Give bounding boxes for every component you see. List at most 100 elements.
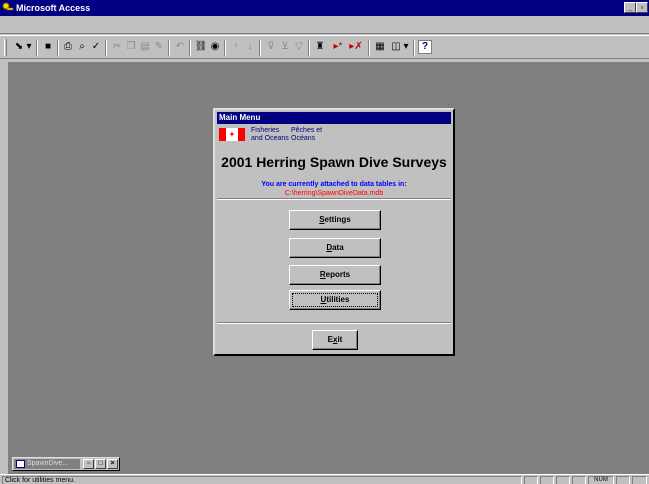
toolbar-separator bbox=[308, 40, 310, 56]
minimized-title-bar[interactable]: SpawnDive... bbox=[14, 459, 80, 469]
new-object-icon: ◫ bbox=[391, 41, 401, 52]
num-lock-indicator: NUM bbox=[588, 476, 614, 484]
print-preview-button[interactable]: ⌕ bbox=[75, 40, 89, 54]
toolbar-separator bbox=[259, 40, 261, 56]
spelling-button[interactable]: ✓ bbox=[89, 40, 103, 54]
status-cell-6 bbox=[616, 476, 630, 484]
format-painter-button[interactable]: ✎ bbox=[152, 40, 166, 54]
minimized-database-window[interactable]: SpawnDive... ▫ □ × bbox=[12, 457, 120, 471]
paste-button[interactable]: ▤ bbox=[138, 40, 152, 54]
format-painter-icon: ✎ bbox=[154, 41, 164, 52]
restore-icon: ▫ bbox=[640, 3, 644, 12]
print-button[interactable]: ⎙ bbox=[61, 40, 75, 54]
canada-flag-icon: ✦ bbox=[219, 128, 245, 141]
data-button[interactable]: Data bbox=[289, 238, 381, 258]
form-title: Main Menu bbox=[217, 112, 451, 124]
find-icon: ♜ bbox=[315, 41, 325, 52]
toolbar-grip[interactable] bbox=[4, 39, 7, 56]
maximize-icon: □ bbox=[98, 460, 103, 467]
office-assistant-button[interactable]: ? bbox=[418, 40, 432, 54]
status-bar: Click for utilities menu. NUM bbox=[0, 474, 649, 484]
restore-icon: ▫ bbox=[87, 460, 90, 467]
delete-record-icon: ▸✗ bbox=[349, 41, 363, 52]
print-preview-icon: ⌕ bbox=[79, 41, 85, 52]
menu-bar bbox=[0, 16, 649, 34]
maple-leaf-icon: ✦ bbox=[228, 130, 236, 139]
access-key-icon bbox=[2, 2, 14, 11]
app-title: Microsoft Access bbox=[16, 3, 91, 13]
dropdown-arrow-icon: ▾ bbox=[26, 41, 32, 52]
toolbar-separator bbox=[368, 40, 370, 56]
divider-bottom bbox=[217, 322, 451, 324]
sort-ascending-button[interactable]: ↑ bbox=[229, 40, 243, 54]
exit-button[interactable]: Exit bbox=[312, 330, 358, 350]
new-record-button[interactable]: ▸* bbox=[330, 40, 346, 54]
toolbar-separator bbox=[413, 40, 415, 56]
filter-by-selection-button[interactable]: ⊽ bbox=[264, 40, 278, 54]
copy-icon: ❐ bbox=[126, 41, 136, 52]
minimize-icon: _ bbox=[627, 3, 633, 12]
delete-record-button[interactable]: ▸✗ bbox=[348, 40, 364, 54]
minimized-close-button[interactable]: × bbox=[107, 459, 118, 469]
sort-ascending-icon: ↑ bbox=[233, 41, 239, 52]
toolbar-separator bbox=[189, 40, 191, 56]
sort-descending-icon: ↓ bbox=[247, 41, 253, 52]
status-cell-1 bbox=[524, 476, 538, 484]
save-button[interactable]: ■ bbox=[41, 40, 55, 54]
org-name-french-line1: Pêches et bbox=[291, 127, 323, 134]
insert-hyperlink-button[interactable]: ⛓ bbox=[194, 40, 208, 54]
divider-top bbox=[217, 198, 451, 200]
toolbar-separator bbox=[36, 40, 38, 56]
filter-by-form-icon: ⊻ bbox=[281, 41, 289, 52]
status-cell-4 bbox=[572, 476, 586, 484]
spelling-icon: ✓ bbox=[91, 41, 101, 52]
copy-button[interactable]: ❐ bbox=[124, 40, 138, 54]
status-cell-3 bbox=[556, 476, 570, 484]
utilities-button[interactable]: Utilities bbox=[289, 290, 381, 310]
settings-label: ettings bbox=[324, 215, 351, 224]
org-name-english-line1: Fisheries bbox=[251, 127, 280, 134]
status-text: Click for utilities menu. bbox=[2, 476, 522, 484]
sort-descending-button[interactable]: ↓ bbox=[243, 40, 257, 54]
cut-button[interactable]: ✂ bbox=[110, 40, 124, 54]
reports-label: eports bbox=[325, 270, 351, 279]
web-toolbar-button[interactable]: ◉ bbox=[208, 40, 222, 54]
toolbar-separator bbox=[105, 40, 107, 56]
utilities-accel: U bbox=[320, 295, 327, 304]
toolbar-separator bbox=[168, 40, 170, 56]
toolbar-separator bbox=[224, 40, 226, 56]
database-window-button[interactable]: ▦ bbox=[373, 40, 387, 54]
toolbar-separator bbox=[57, 40, 59, 56]
restore-button[interactable]: ▫ bbox=[636, 2, 648, 13]
settings-button[interactable]: Settings bbox=[289, 210, 381, 230]
app-title-bar: Microsoft Access _ ▫ bbox=[0, 0, 649, 16]
cut-icon: ✂ bbox=[112, 41, 122, 52]
reports-button[interactable]: Reports bbox=[289, 265, 381, 285]
minimized-restore-button[interactable]: ▫ bbox=[83, 459, 94, 469]
apply-filter-icon: ▽ bbox=[295, 41, 303, 52]
apply-filter-button[interactable]: ▽ bbox=[292, 40, 306, 54]
filter-by-form-button[interactable]: ⊻ bbox=[278, 40, 292, 54]
status-cell-2 bbox=[540, 476, 554, 484]
new-object-dropdown-icon: ▾ bbox=[403, 41, 409, 52]
find-button[interactable]: ♜ bbox=[313, 40, 327, 54]
utilities-label: tilities bbox=[326, 295, 350, 304]
minimized-maximize-button[interactable]: □ bbox=[95, 459, 106, 469]
insert-hyperlink-icon: ⛓ bbox=[194, 41, 208, 52]
view-dropdown-button[interactable]: ▾ bbox=[25, 40, 33, 54]
data-label: ata bbox=[332, 243, 344, 252]
web-toolbar-icon: ◉ bbox=[210, 41, 220, 52]
status-cell-7 bbox=[632, 476, 647, 484]
form-view-toolbar: ⬊ ▾ ■ ⎙ ⌕ ✓ ✂ ❐ ▤ ✎ ↶ ⛓ ◉ ↑ ↓ ⊽ ⊻ ▽ ♜ ▸*… bbox=[0, 35, 649, 59]
new-object-button[interactable]: ◫ bbox=[389, 40, 403, 54]
undo-button[interactable]: ↶ bbox=[173, 40, 187, 54]
org-name-english-line2: and Oceans bbox=[251, 135, 289, 142]
org-name-english: Fisheries and Oceans bbox=[251, 127, 289, 143]
design-view-button[interactable]: ⬊ bbox=[12, 40, 26, 54]
new-object-dropdown-button[interactable]: ▾ bbox=[402, 40, 410, 54]
minimize-button[interactable]: _ bbox=[624, 2, 636, 13]
database-window-icon: ▦ bbox=[375, 41, 385, 52]
minimized-window-title: SpawnDive... bbox=[27, 460, 69, 467]
save-icon: ■ bbox=[44, 41, 52, 52]
org-name-french-line2: Océans bbox=[291, 135, 316, 142]
